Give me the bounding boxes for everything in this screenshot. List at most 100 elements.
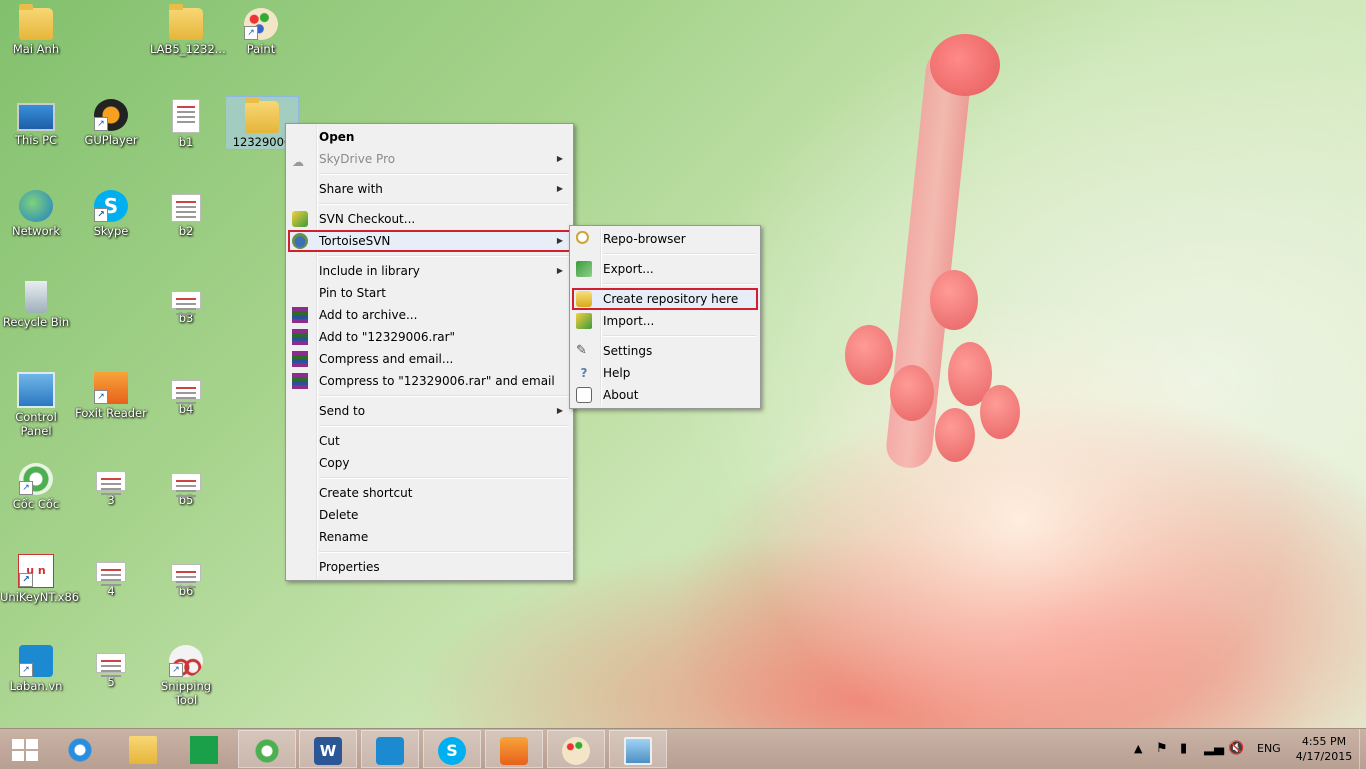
show-desktop-button[interactable] bbox=[1359, 729, 1366, 769]
menu-compress-to-rar-and-email[interactable]: Compress to "12329006.rar" and email bbox=[288, 370, 571, 392]
speaker-muted-icon[interactable]: 🔇 bbox=[1228, 729, 1244, 769]
svn-import[interactable]: Import... bbox=[572, 310, 758, 332]
shortcut-arrow-icon: ↗ bbox=[94, 390, 108, 404]
network-globe-icon bbox=[19, 190, 53, 222]
start-button[interactable] bbox=[0, 730, 52, 768]
menu-tortoisesvn[interactable]: TortoiseSVN ▶ bbox=[288, 230, 571, 252]
taskbar-skype[interactable]: S bbox=[423, 730, 481, 768]
menu-rename[interactable]: Rename bbox=[288, 526, 571, 548]
desktop-icon-b3[interactable]: b3 bbox=[150, 275, 222, 325]
document-icon bbox=[171, 291, 201, 309]
desktop-icon-3[interactable]: 3 bbox=[75, 457, 147, 507]
document-icon bbox=[96, 562, 126, 582]
language-indicator[interactable]: ENG bbox=[1257, 729, 1281, 769]
menu-send-to[interactable]: Send to ▶ bbox=[288, 400, 571, 422]
menu-compress-and-email[interactable]: Compress and email... bbox=[288, 348, 571, 370]
menu-share-with[interactable]: Share with ▶ bbox=[288, 178, 571, 200]
menu-svn-checkout[interactable]: SVN Checkout... bbox=[288, 208, 571, 230]
menu-create-shortcut[interactable]: Create shortcut bbox=[288, 482, 571, 504]
tortoisesvn-submenu: Repo-browser Export... Create repository… bbox=[569, 225, 761, 409]
svn-checkout-icon bbox=[292, 211, 308, 227]
desktop-icon-skype[interactable]: S ↗ Skype bbox=[75, 184, 147, 238]
help-icon: ? bbox=[580, 366, 588, 380]
desktop-icon-b1[interactable]: b1 bbox=[150, 93, 222, 149]
document-icon bbox=[96, 471, 126, 491]
network-signal-icon[interactable]: ▂▄ bbox=[1204, 729, 1224, 769]
foxit-reader-icon: ↗ bbox=[94, 372, 128, 404]
action-center-flag-icon[interactable]: ⚑ bbox=[1156, 729, 1168, 769]
desktop-icon-4[interactable]: 4 bbox=[75, 548, 147, 598]
flower-anther bbox=[890, 365, 934, 421]
media-player-icon bbox=[500, 737, 528, 765]
taskbar-paint[interactable] bbox=[547, 730, 605, 768]
desktop-icon-b6[interactable]: b6 bbox=[150, 548, 222, 598]
taskbar-store[interactable] bbox=[176, 730, 234, 768]
magnifier-icon bbox=[576, 231, 592, 247]
taskbar-photo-viewer[interactable] bbox=[609, 730, 667, 768]
coc-coc-browser-icon bbox=[253, 737, 281, 765]
desktop-icon-5[interactable]: 5 bbox=[75, 639, 147, 689]
desktop-icon-b2[interactable]: b2 bbox=[150, 184, 222, 238]
taskbar-coc-coc[interactable] bbox=[238, 730, 296, 768]
power-battery-icon[interactable]: ▮ bbox=[1180, 729, 1187, 769]
folder-icon bbox=[245, 97, 279, 133]
menu-copy[interactable]: Copy bbox=[288, 452, 571, 474]
desktop-icon-foxit-reader[interactable]: ↗ Foxit Reader bbox=[75, 366, 147, 420]
desktop-icon-this-pc[interactable]: This PC bbox=[0, 93, 72, 147]
taskbar-laban[interactable] bbox=[361, 730, 419, 768]
desktop-icon-unikey[interactable]: u n ↗ UniKeyNT.x86 bbox=[0, 548, 79, 604]
svn-create-repository-here[interactable]: Create repository here bbox=[572, 288, 758, 310]
svn-about[interactable]: About bbox=[572, 384, 758, 406]
flower-anther bbox=[930, 270, 978, 330]
menu-separator bbox=[319, 255, 569, 257]
svn-export[interactable]: Export... bbox=[572, 258, 758, 280]
coc-coc-browser-icon: ↗ bbox=[19, 463, 53, 495]
show-hidden-icons-chevron-icon[interactable]: ▲ bbox=[1134, 729, 1142, 769]
file-explorer-folder-icon bbox=[129, 736, 157, 764]
menu-cut[interactable]: Cut bbox=[288, 430, 571, 452]
desktop-icon-snipping-tool[interactable]: ↗ Snipping Tool bbox=[150, 639, 222, 707]
document-icon bbox=[96, 653, 126, 673]
menu-separator bbox=[603, 283, 756, 285]
clock[interactable]: 4:55 PM 4/17/2015 bbox=[1294, 729, 1354, 769]
guplayer-icon: ↗ bbox=[94, 99, 128, 131]
menu-open[interactable]: Open bbox=[288, 126, 571, 148]
menu-include-in-library[interactable]: Include in library ▶ bbox=[288, 260, 571, 282]
desktop-icon-paint[interactable]: ↗ Paint bbox=[225, 2, 297, 56]
menu-separator bbox=[319, 477, 569, 479]
menu-skydrive-pro[interactable]: ☁ SkyDrive Pro ▶ bbox=[288, 148, 571, 170]
taskbar-internet-explorer[interactable] bbox=[52, 730, 110, 768]
paint-palette-icon bbox=[562, 737, 590, 765]
shortcut-arrow-icon: ↗ bbox=[94, 208, 108, 222]
laban-dictionary-icon bbox=[376, 737, 404, 765]
taskbar-guplayer[interactable] bbox=[485, 730, 543, 768]
desktop-icon-lab5-folder[interactable]: LAB5_1232... bbox=[150, 2, 226, 56]
desktop-icon-control-panel[interactable]: Control Panel bbox=[0, 366, 72, 438]
desktop-icon-coc-coc[interactable]: ↗ Cốc Cốc bbox=[0, 457, 72, 511]
desktop-icon-b4[interactable]: b4 bbox=[150, 366, 222, 416]
winrar-icon bbox=[292, 373, 308, 389]
desktop-icon-laban[interactable]: ↗ Laban.vn bbox=[0, 639, 72, 693]
desktop-icon-b5[interactable]: b5 bbox=[150, 457, 222, 507]
submenu-arrow-icon: ▶ bbox=[556, 236, 563, 245]
svn-settings[interactable]: ✎ Settings bbox=[572, 340, 758, 362]
export-icon bbox=[576, 261, 592, 277]
document-icon bbox=[172, 99, 200, 133]
menu-properties[interactable]: Properties bbox=[288, 556, 571, 578]
desktop-icon-recycle-bin[interactable]: Recycle Bin bbox=[0, 275, 72, 329]
computer-icon bbox=[17, 103, 55, 131]
menu-add-to-rar[interactable]: Add to "12329006.rar" bbox=[288, 326, 571, 348]
svn-help[interactable]: ? Help bbox=[572, 362, 758, 384]
taskbar-file-explorer[interactable] bbox=[115, 730, 173, 768]
svn-repo-browser[interactable]: Repo-browser bbox=[572, 228, 758, 250]
menu-separator bbox=[319, 395, 569, 397]
menu-add-to-archive[interactable]: Add to archive... bbox=[288, 304, 571, 326]
skype-icon: S bbox=[438, 737, 466, 765]
desktop-icon-mai-anh[interactable]: Mai Anh bbox=[0, 2, 72, 56]
taskbar-word[interactable]: W bbox=[299, 730, 357, 768]
menu-pin-to-start[interactable]: Pin to Start bbox=[288, 282, 571, 304]
desktop-icon-guplayer[interactable]: ↗ GUPlayer bbox=[75, 93, 147, 147]
menu-delete[interactable]: Delete bbox=[288, 504, 571, 526]
desktop-icon-network[interactable]: Network bbox=[0, 184, 72, 238]
flower-anther bbox=[935, 408, 975, 462]
